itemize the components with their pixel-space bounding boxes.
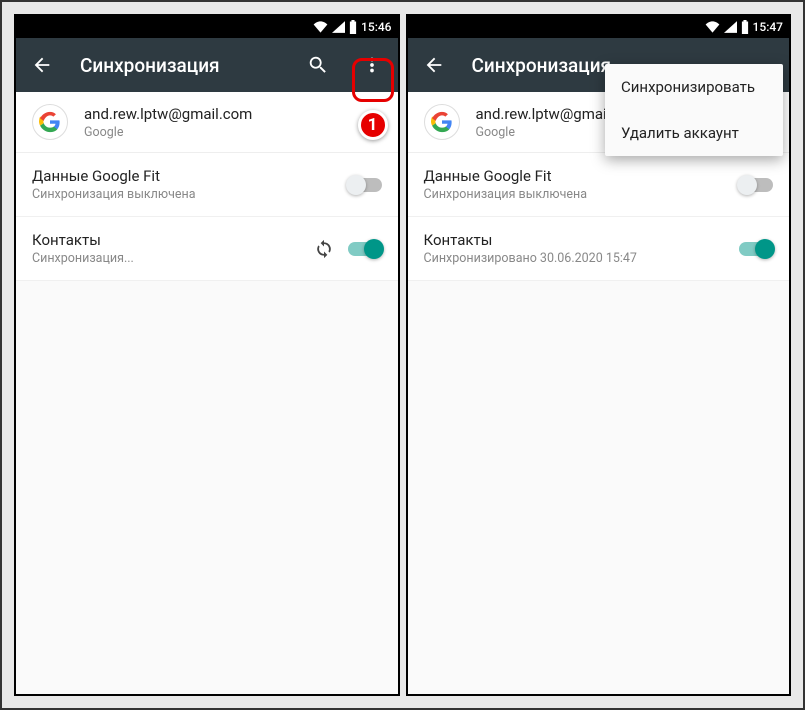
annotation-badge-1: 1 — [358, 110, 388, 140]
page-title: Синхронизация — [80, 54, 280, 77]
syncing-icon — [314, 239, 334, 259]
phone-left: 15:46 Синхронизация and.rew.lptw@gmail.c… — [14, 14, 400, 696]
switch-contacts[interactable] — [348, 242, 382, 256]
item-title: Данные Google Fit — [424, 167, 740, 185]
battery-icon — [741, 20, 749, 34]
sync-item-fit[interactable]: Данные Google Fit Синхронизация выключен… — [408, 153, 790, 217]
switch-fit[interactable] — [348, 178, 382, 192]
item-title: Данные Google Fit — [32, 167, 348, 185]
switch-fit[interactable] — [739, 178, 773, 192]
account-email: and.rew.lptw@gmail.com — [84, 105, 252, 123]
item-subtitle: Синхронизация выключена — [424, 187, 740, 202]
wifi-icon — [705, 21, 720, 33]
phone-right: 15:47 Синхронизация and.rew.lptw@gmail.c… — [406, 14, 792, 696]
status-time: 15:47 — [753, 20, 783, 34]
signal-icon — [724, 21, 737, 33]
search-button[interactable] — [302, 49, 334, 81]
item-title: Контакты — [424, 231, 740, 249]
account-provider: Google — [84, 125, 252, 140]
account-row[interactable]: and.rew.lptw@gmail.com Google — [16, 92, 398, 153]
item-title: Контакты — [32, 231, 314, 249]
battery-icon — [349, 20, 357, 34]
back-button[interactable] — [26, 49, 58, 81]
search-icon — [307, 54, 329, 76]
wifi-icon — [313, 21, 328, 33]
overflow-menu: Синхронизировать Удалить аккаунт — [605, 64, 783, 156]
status-bar: 15:46 — [16, 16, 398, 38]
status-time: 15:46 — [361, 20, 391, 34]
sync-item-contacts[interactable]: Контакты Синхронизация... — [16, 217, 398, 281]
sync-item-contacts[interactable]: Контакты Синхронизировано 30.06.2020 15:… — [408, 217, 790, 281]
sync-item-fit[interactable]: Данные Google Fit Синхронизация выключен… — [16, 153, 398, 217]
app-bar: Синхронизация — [16, 38, 398, 92]
item-subtitle: Синхронизация... — [32, 251, 314, 266]
overflow-button[interactable] — [356, 49, 388, 81]
status-bar: 15:47 — [408, 16, 790, 38]
menu-sync-now[interactable]: Синхронизировать — [605, 64, 783, 110]
google-logo-icon — [32, 104, 68, 140]
switch-contacts[interactable] — [739, 242, 773, 256]
menu-delete-account[interactable]: Удалить аккаунт — [605, 110, 783, 156]
signal-icon — [332, 21, 345, 33]
back-button[interactable] — [418, 49, 450, 81]
item-subtitle: Синхронизировано 30.06.2020 15:47 — [424, 251, 740, 266]
more-vert-icon — [361, 54, 383, 76]
google-logo-icon — [424, 104, 460, 140]
item-subtitle: Синхронизация выключена — [32, 187, 348, 202]
